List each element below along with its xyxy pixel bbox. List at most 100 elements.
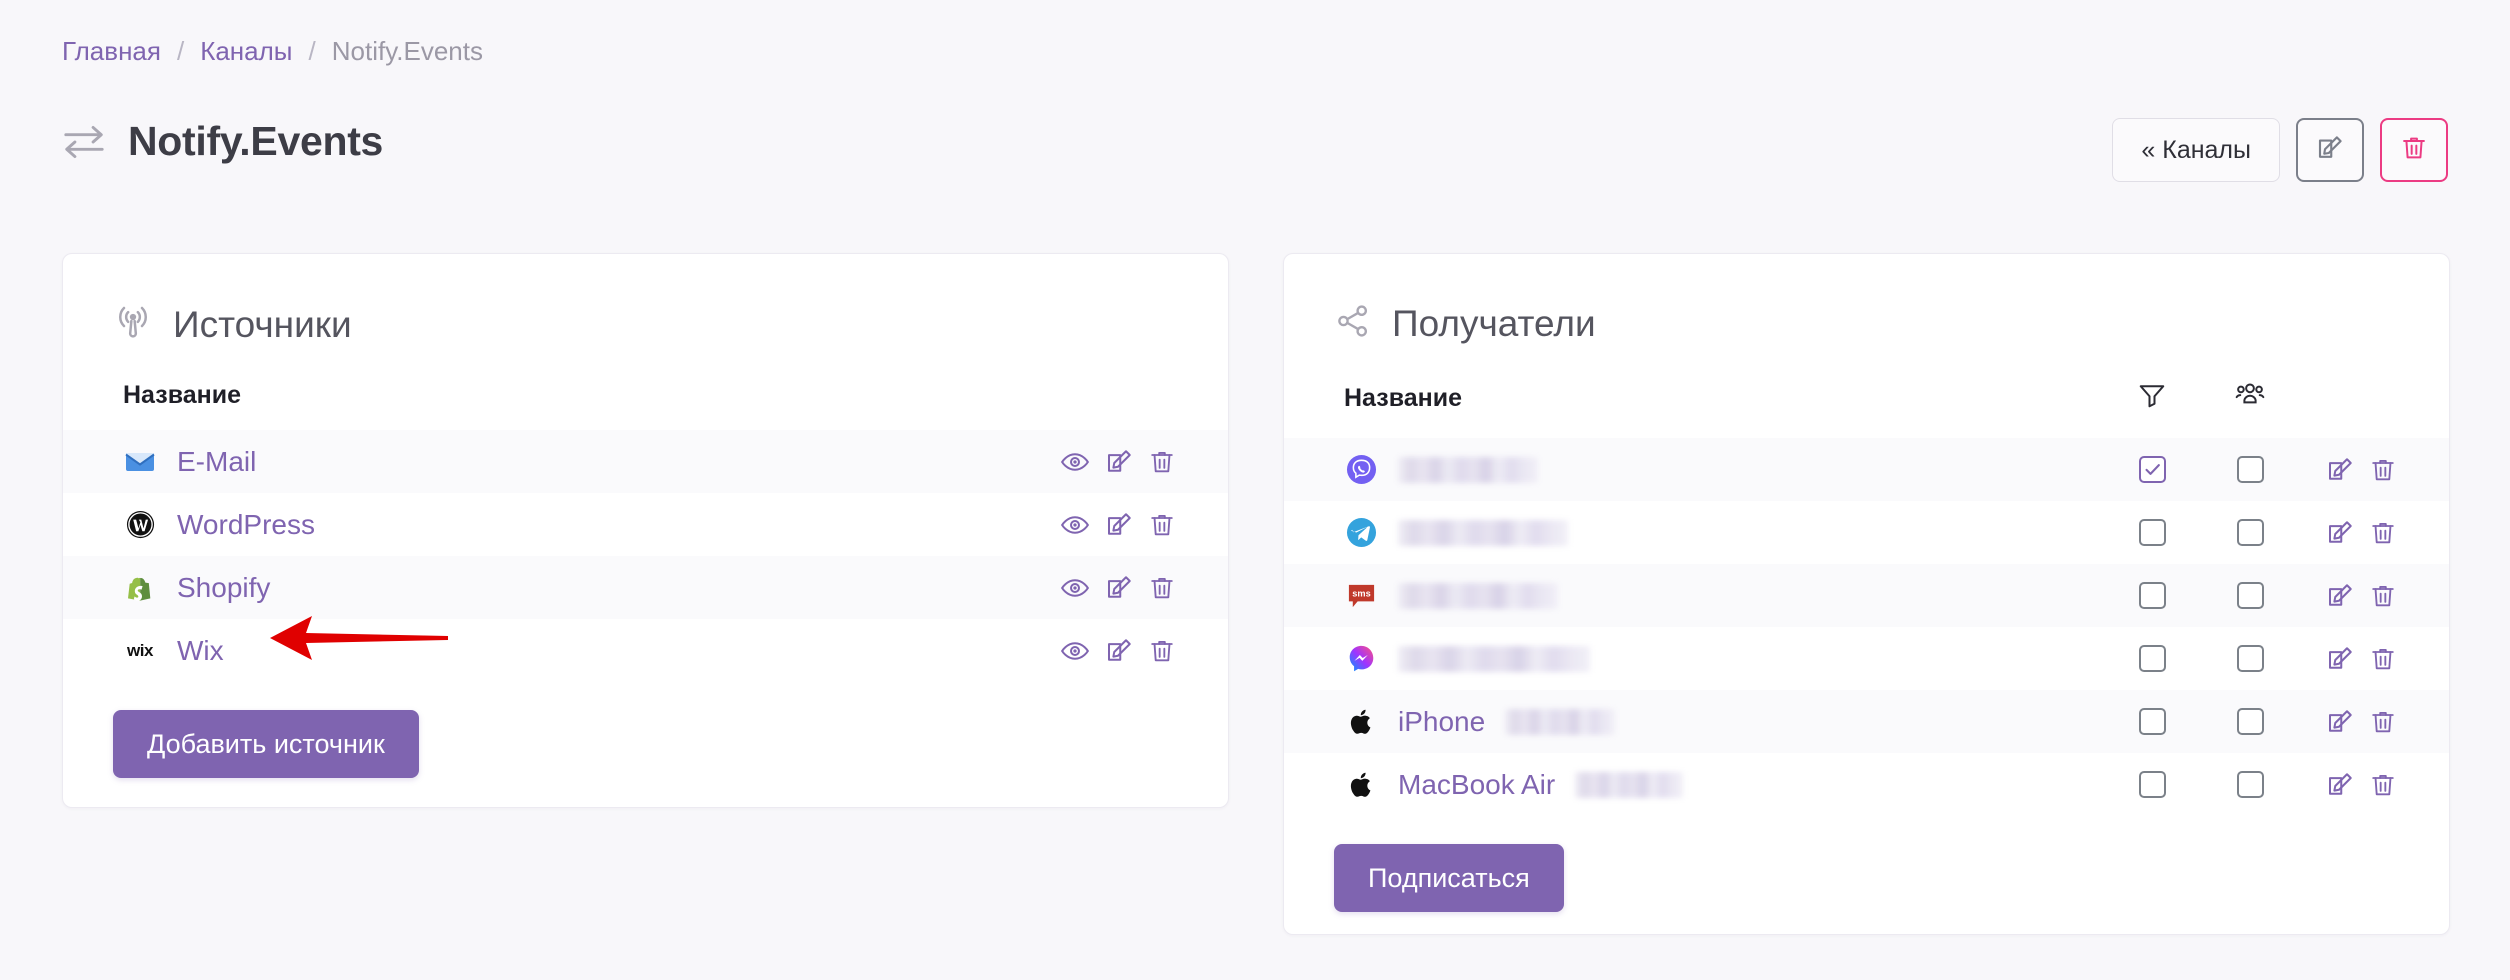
filter-checkbox[interactable] [2138, 519, 2166, 546]
breadcrumb-item-channels[interactable]: Каналы [200, 38, 292, 64]
recipient-name-cell[interactable] [1284, 438, 2103, 501]
source-name-cell[interactable]: E-Mail [63, 430, 1060, 493]
recipient-name-cell[interactable] [1284, 627, 2103, 690]
recipient-name-cell[interactable]: iPhone [1284, 690, 2103, 753]
source-name-label[interactable]: Shopify [177, 572, 270, 604]
filter-checkbox[interactable] [2138, 771, 2166, 798]
view-source-button[interactable] [1060, 447, 1090, 477]
table-row[interactable] [1284, 438, 2449, 501]
table-row[interactable]: wix Wix [63, 619, 1228, 682]
delete-row-button[interactable] [1148, 574, 1176, 602]
breadcrumb-item-home[interactable]: Главная [62, 38, 161, 64]
table-row[interactable]: WordPress [63, 493, 1228, 556]
back-to-channels-button[interactable]: « Каналы [2112, 118, 2280, 182]
table-row[interactable]: iPhone [1284, 690, 2449, 753]
edit-row-button[interactable] [2325, 644, 2355, 674]
edit-channel-button[interactable] [2296, 118, 2364, 182]
redacted-name [1398, 645, 1590, 672]
view-source-button[interactable] [1060, 510, 1090, 540]
edit-row-button[interactable] [1104, 510, 1134, 540]
delete-channel-button[interactable] [2380, 118, 2448, 182]
recipient-group-cell[interactable] [2201, 753, 2299, 816]
recipient-name-cell[interactable]: MacBook Air [1284, 753, 2103, 816]
edit-row-button[interactable] [1104, 636, 1134, 666]
redacted-name [1505, 708, 1616, 735]
table-row[interactable]: Shopify [63, 556, 1228, 619]
recipient-group-cell[interactable] [2201, 627, 2299, 690]
delete-row-button[interactable] [2369, 645, 2397, 673]
source-name-label[interactable]: WordPress [177, 509, 315, 541]
messenger-icon [1344, 642, 1378, 676]
svg-text:sms: sms [1352, 588, 1370, 598]
edit-row-button[interactable] [2325, 455, 2355, 485]
delete-row-button[interactable] [1148, 511, 1176, 539]
recipient-filter-cell[interactable] [2103, 438, 2201, 501]
recipients-column-group[interactable] [2201, 379, 2299, 438]
people-group-icon[interactable] [2234, 383, 2266, 417]
recipients-column-filter[interactable] [2103, 379, 2201, 438]
delete-row-button[interactable] [2369, 771, 2397, 799]
breadcrumb-item-current: Notify.Events [331, 36, 483, 66]
view-source-button[interactable] [1060, 636, 1090, 666]
edit-row-button[interactable] [2325, 518, 2355, 548]
source-name-label[interactable]: Wix [177, 635, 224, 667]
group-checkbox[interactable] [2236, 582, 2264, 609]
group-checkbox[interactable] [2236, 519, 2264, 546]
delete-row-button[interactable] [2369, 519, 2397, 547]
source-name-cell[interactable]: Shopify [63, 556, 1060, 619]
table-row[interactable] [1284, 627, 2449, 690]
source-name-label[interactable]: E-Mail [177, 446, 256, 478]
filter-checkbox[interactable] [2138, 645, 2166, 672]
recipient-group-cell[interactable] [2201, 564, 2299, 627]
recipient-group-cell[interactable] [2201, 438, 2299, 501]
broadcast-icon [113, 302, 153, 347]
redacted-name [1398, 519, 1568, 546]
group-checkbox[interactable] [2236, 645, 2264, 672]
edit-row-button[interactable] [1104, 447, 1134, 477]
delete-row-button[interactable] [1148, 637, 1176, 665]
recipient-filter-cell[interactable] [2103, 690, 2201, 753]
add-source-button[interactable]: Добавить источник [113, 710, 419, 778]
recipient-filter-cell[interactable] [2103, 564, 2201, 627]
group-checkbox[interactable] [2236, 456, 2264, 483]
recipient-group-cell[interactable] [2201, 690, 2299, 753]
delete-row-button[interactable] [2369, 708, 2397, 736]
filter-checkbox[interactable] [2138, 456, 2166, 483]
group-checkbox[interactable] [2236, 708, 2264, 735]
table-row[interactable]: E-Mail [63, 430, 1228, 493]
recipient-filter-cell[interactable] [2103, 627, 2201, 690]
edit-row-button[interactable] [2325, 770, 2355, 800]
delete-row-button[interactable] [1148, 448, 1176, 476]
filter-checkbox[interactable] [2138, 708, 2166, 735]
recipients-card: Получатели Название sms iPhone MacBook A… [1283, 253, 2450, 935]
recipient-name-label[interactable]: iPhone [1398, 706, 1485, 738]
recipient-filter-cell[interactable] [2103, 753, 2201, 816]
table-row[interactable]: MacBook Air [1284, 753, 2449, 816]
edit-row-button[interactable] [2325, 707, 2355, 737]
view-source-button[interactable] [1060, 573, 1090, 603]
sources-table-header-row: Название [63, 381, 1228, 430]
recipients-column-name: Название [1344, 384, 1463, 412]
recipient-name-cell[interactable] [1284, 501, 2103, 564]
filter-checkbox[interactable] [2138, 582, 2166, 609]
subscribe-button[interactable]: Подписаться [1334, 844, 1564, 912]
filter-funnel-icon[interactable] [2137, 385, 2167, 416]
recipient-group-cell[interactable] [2201, 501, 2299, 564]
recipient-actions-cell [2299, 501, 2449, 564]
delete-row-button[interactable] [2369, 456, 2397, 484]
edit-row-button[interactable] [1104, 573, 1134, 603]
group-checkbox[interactable] [2236, 771, 2264, 798]
table-row[interactable] [1284, 501, 2449, 564]
exchange-arrows-icon [62, 122, 106, 162]
source-name-cell[interactable]: wix Wix [63, 619, 1060, 682]
recipient-name-cell[interactable]: sms [1284, 564, 2103, 627]
page-title: Notify.Events [128, 118, 384, 164]
recipient-actions-cell [2299, 753, 2449, 816]
edit-row-button[interactable] [2325, 581, 2355, 611]
recipient-name-label[interactable]: MacBook Air [1398, 769, 1555, 801]
source-name-cell[interactable]: WordPress [63, 493, 1060, 556]
delete-row-button[interactable] [2369, 582, 2397, 610]
recipient-filter-cell[interactable] [2103, 501, 2201, 564]
recipient-actions-cell [2299, 438, 2449, 501]
table-row[interactable]: sms [1284, 564, 2449, 627]
